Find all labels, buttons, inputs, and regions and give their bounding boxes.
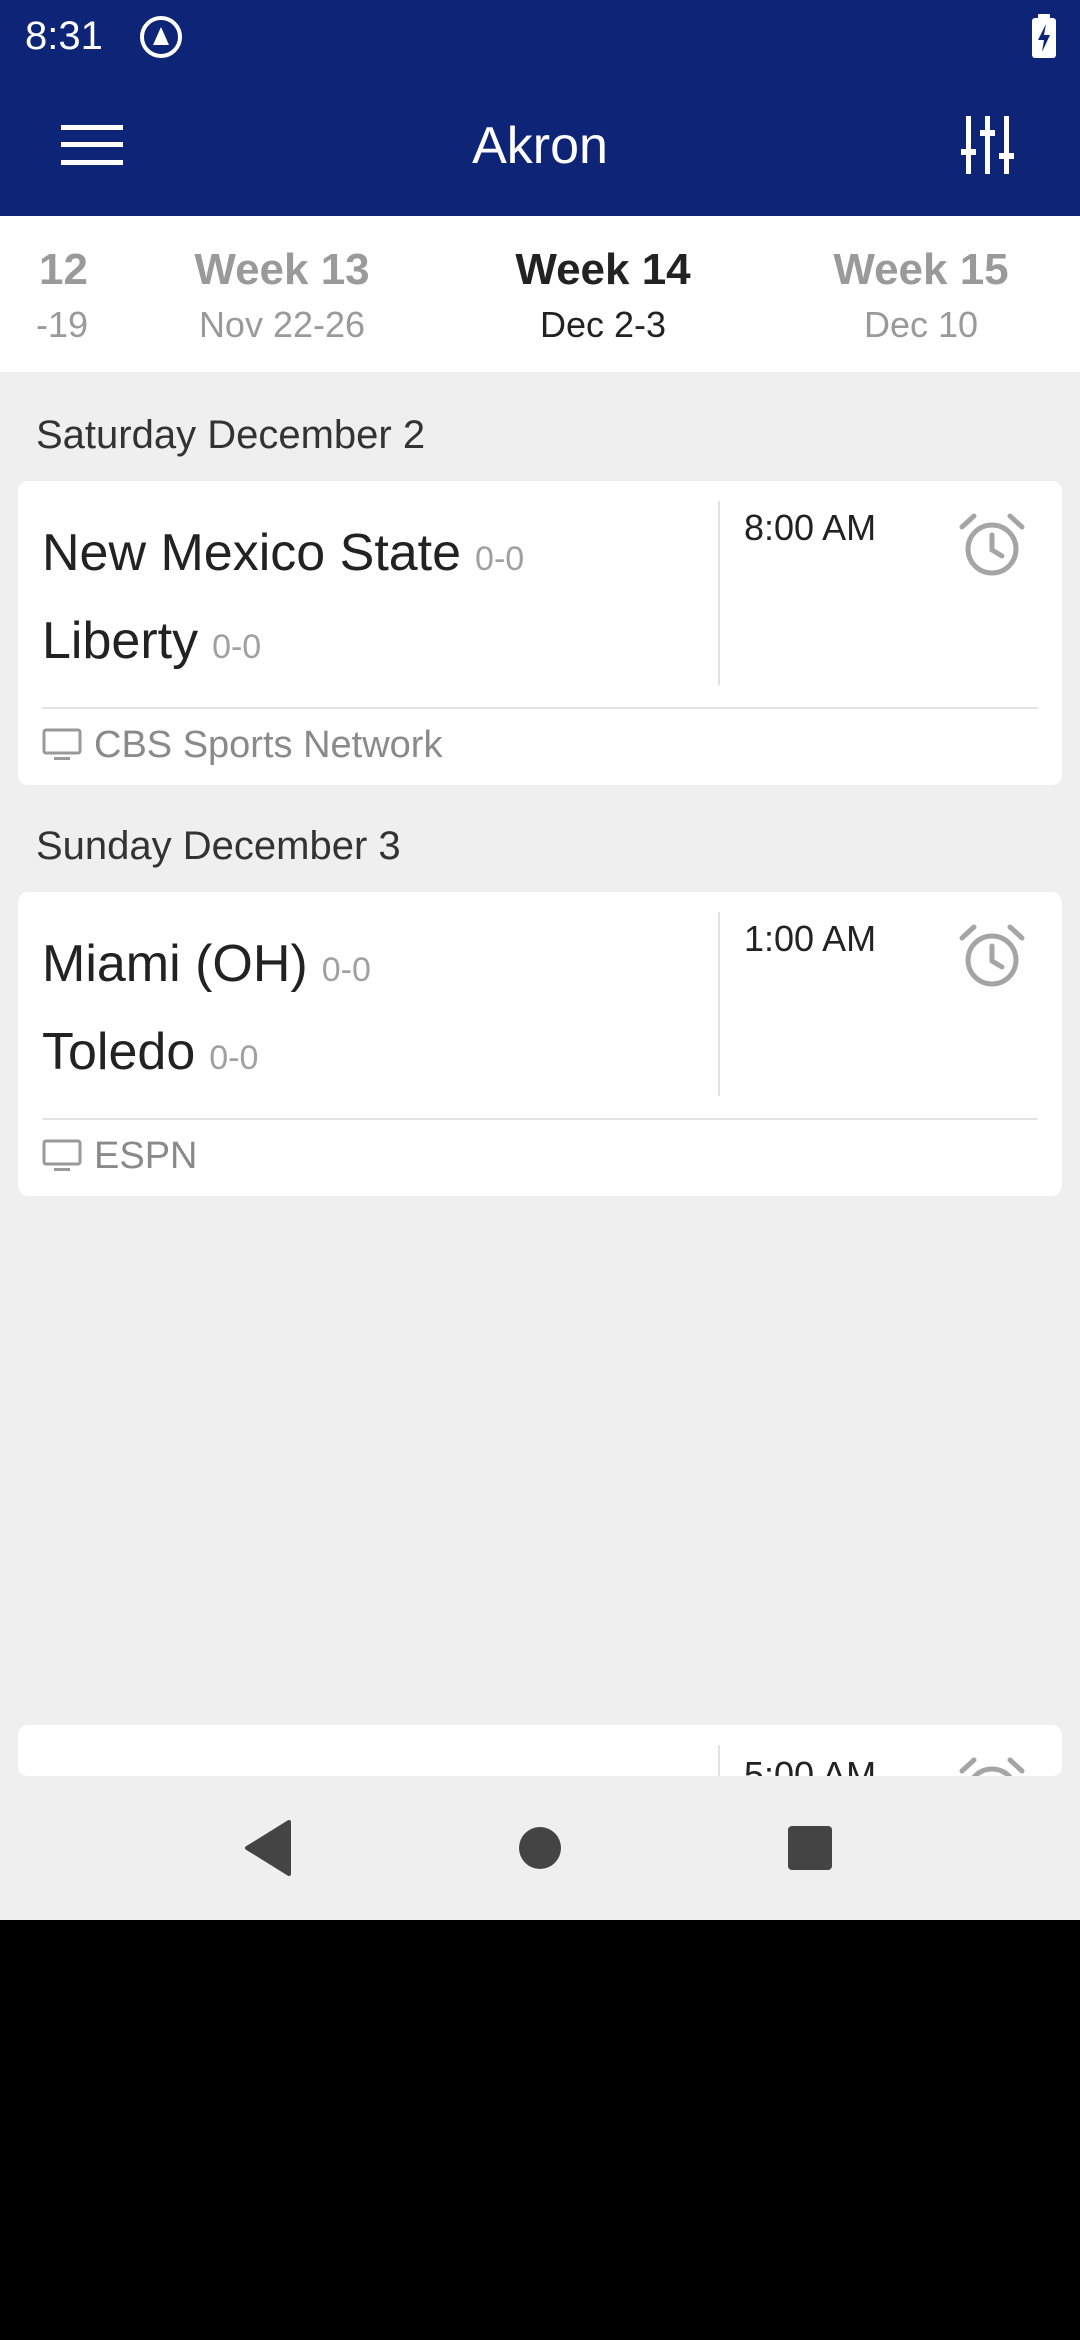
game-time: 5:00 AM bbox=[744, 1754, 877, 1776]
game-time: 8:00 AM bbox=[744, 507, 877, 548]
game-card[interactable]: New Mexico State 0-0 Liberty 0-0 8:00 AM C… bbox=[18, 481, 1062, 785]
system-nav-bar bbox=[0, 1776, 1080, 1920]
divider bbox=[718, 912, 720, 1096]
filter-button[interactable] bbox=[936, 100, 1040, 190]
alarm-clock-icon[interactable] bbox=[956, 509, 1028, 581]
hamburger-menu-icon bbox=[61, 125, 123, 165]
network-name: CBS Sports Network bbox=[94, 724, 443, 766]
team-record: 0-0 bbox=[321, 951, 371, 989]
team-name: New Mexico State bbox=[42, 524, 462, 582]
week-label: Week 13 bbox=[194, 245, 370, 294]
day-header: Saturday December 2 bbox=[36, 413, 426, 457]
divider bbox=[42, 707, 1038, 709]
game-time: 1:00 AM bbox=[744, 918, 877, 959]
alarm-clock-icon[interactable] bbox=[956, 1753, 1028, 1776]
battery-charging-icon bbox=[1032, 14, 1056, 58]
tab-week-14[interactable]: Week 14 Dec 2-3 bbox=[453, 216, 753, 372]
team-row: Liberty 0-0 bbox=[42, 606, 261, 676]
menu-button[interactable] bbox=[40, 100, 144, 190]
network-name: ESPN bbox=[94, 1135, 198, 1177]
game-card-partial[interactable]: 5:00 AM bbox=[18, 1725, 1062, 1776]
day-header: Sunday December 3 bbox=[36, 824, 401, 868]
tab-week-13[interactable]: Week 13 Nov 22-26 bbox=[132, 216, 432, 372]
week-dates: Nov 22-26 bbox=[198, 304, 366, 345]
divider bbox=[718, 501, 720, 685]
team-row: Miami (OH) 0-0 bbox=[42, 929, 371, 999]
game-card[interactable]: Miami (OH) 0-0 Toledo 0-0 1:00 AM ESPN bbox=[18, 892, 1062, 1196]
sliders-filter-icon bbox=[961, 116, 1014, 174]
home-circle-icon bbox=[519, 1827, 561, 1869]
tv-network: ESPN bbox=[42, 1128, 197, 1184]
status-time: 8:31 bbox=[25, 14, 103, 58]
tv-icon bbox=[42, 1139, 82, 1171]
back-triangle-icon bbox=[245, 1820, 291, 1876]
page-title: Akron bbox=[472, 117, 608, 175]
week-dates: Dec 10 bbox=[863, 304, 979, 345]
week-label: Week 15 bbox=[833, 245, 1009, 294]
tab-week-15[interactable]: Week 15 Dec 10 bbox=[771, 216, 1071, 372]
home-button[interactable] bbox=[490, 1798, 590, 1898]
alarm-clock-icon[interactable] bbox=[956, 920, 1028, 992]
tv-network: CBS Sports Network bbox=[42, 717, 442, 773]
divider bbox=[718, 1745, 720, 1776]
week-dates: Dec 2-3 bbox=[539, 304, 667, 345]
back-button[interactable] bbox=[218, 1798, 318, 1898]
week-label: Week 14 bbox=[515, 245, 691, 294]
team-name: Toledo bbox=[42, 1023, 196, 1081]
recents-square-icon bbox=[788, 1826, 832, 1870]
app-screen: 8:31 Akron 12 -19 Week 13 Nov 22-26 Week… bbox=[0, 0, 1080, 1920]
team-name: Liberty bbox=[42, 612, 199, 670]
divider bbox=[42, 1118, 1038, 1120]
scores-app-icon bbox=[140, 16, 182, 58]
tv-icon bbox=[42, 728, 82, 760]
team-record: 0-0 bbox=[212, 628, 262, 666]
recents-button[interactable] bbox=[760, 1798, 860, 1898]
team-record: 0-0 bbox=[475, 540, 525, 578]
team-record: 0-0 bbox=[209, 1039, 259, 1077]
app-header: 8:31 Akron bbox=[0, 0, 1080, 216]
team-row: New Mexico State 0-0 bbox=[42, 518, 524, 588]
week-tabs: 12 -19 Week 13 Nov 22-26 Week 14 Dec 2-3… bbox=[0, 216, 1080, 372]
team-row: Toledo 0-0 bbox=[42, 1017, 258, 1087]
team-name: Miami (OH) bbox=[42, 935, 308, 993]
